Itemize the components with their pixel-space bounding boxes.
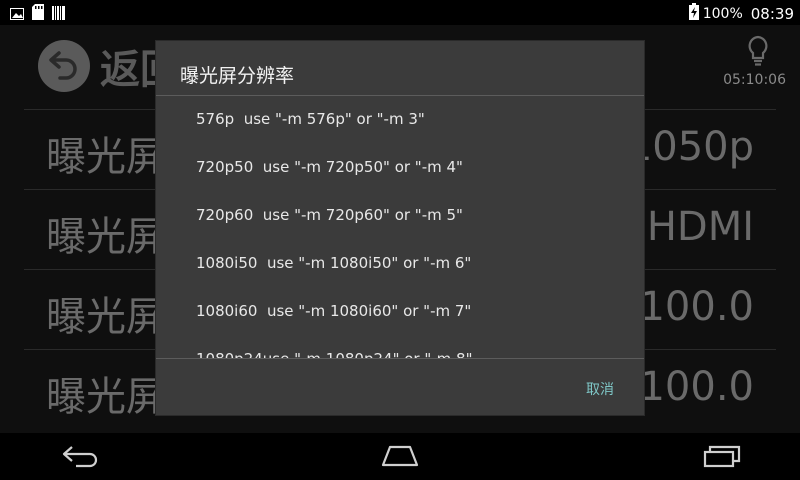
row-label: 曝光屏	[46, 294, 166, 340]
nav-back-icon[interactable]	[60, 443, 100, 473]
navigation-bar	[0, 433, 800, 480]
image-icon	[10, 5, 24, 24]
battery-charging-icon	[688, 3, 699, 24]
battery-percent: 100%	[702, 5, 743, 22]
option-720p60[interactable]: 720p60 use "-m 720p60" or "-m 5"	[196, 206, 463, 224]
dialog-footer-divider	[156, 358, 644, 359]
resolution-dialog: 曝光屏分辨率 576p use "-m 576p" or "-m 3" 720p…	[156, 41, 644, 415]
row-value: HDMI	[646, 204, 754, 250]
status-right: 100% 08:39	[688, 3, 794, 24]
option-1080p24[interactable]: 1080p24use "-m 1080p24" or "-m 8"	[196, 350, 473, 358]
row-value: 100.0	[639, 364, 754, 410]
row-value: 1050p	[626, 124, 754, 170]
row-value: 100.0	[639, 284, 754, 330]
cancel-button[interactable]: 取消	[586, 379, 614, 399]
back-button[interactable]	[38, 40, 90, 92]
sd-card-icon	[32, 4, 44, 24]
options-list[interactable]: 576p use "-m 576p" or "-m 3" 720p50 use …	[156, 96, 644, 358]
status-bar: 100% 08:39	[0, 0, 800, 25]
option-720p50[interactable]: 720p50 use "-m 720p50" or "-m 4"	[196, 158, 463, 176]
lightbulb-icon[interactable]	[746, 35, 770, 71]
option-1080i50[interactable]: 1080i50 use "-m 1080i50" or "-m 6"	[196, 254, 471, 272]
back-arrow-icon	[47, 47, 81, 85]
nav-recents-icon[interactable]	[702, 443, 742, 473]
barcode-icon	[52, 5, 65, 24]
option-1080i60[interactable]: 1080i60 use "-m 1080i60" or "-m 7"	[196, 302, 471, 320]
status-left-icons	[10, 4, 65, 24]
row-label: 曝光屏	[46, 214, 166, 260]
row-label: 曝光屏	[46, 374, 166, 420]
nav-home-icon[interactable]	[380, 443, 420, 473]
header-clock: 05:10:06	[723, 72, 786, 88]
row-label: 曝光屏	[46, 134, 166, 180]
option-576p[interactable]: 576p use "-m 576p" or "-m 3"	[196, 110, 425, 128]
dialog-title: 曝光屏分辨率	[180, 65, 295, 87]
status-time: 08:39	[750, 4, 794, 23]
